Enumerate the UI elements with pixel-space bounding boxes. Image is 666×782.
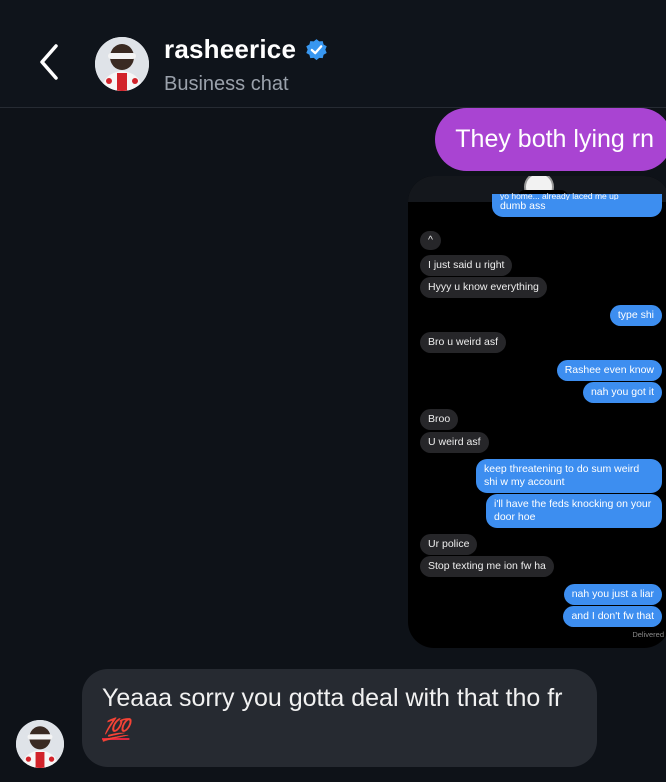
screenshot-message: nah you got it <box>582 382 662 403</box>
screenshot-message: i'll have the feds knocking on your door… <box>486 494 662 528</box>
screenshot-message: Rashee even know <box>556 360 662 381</box>
hundred-points-icon: 💯 <box>102 718 130 743</box>
screenshot-message-text: dumb ass <box>500 200 546 212</box>
screenshot-cut-text: yo home... already laced me up <box>500 192 619 200</box>
screenshot-message: type shi <box>609 305 662 326</box>
chat-header: rasheerice Business chat <box>0 0 666 108</box>
chevron-left-icon <box>40 44 58 80</box>
chat-title-block[interactable]: rasheerice Business chat <box>164 34 329 96</box>
avatar[interactable] <box>95 37 149 91</box>
screenshot-message: keep threatening to do sum weird shi w m… <box>476 459 662 493</box>
screenshot-message: yo home... already laced me up dumb ass <box>492 192 662 217</box>
screenshot-message: Bro u weird asf <box>420 332 507 353</box>
user-avatar-image <box>95 37 149 91</box>
received-message-text: Yeaaa sorry you gotta deal with that tho… <box>102 684 563 712</box>
verified-badge-icon <box>306 39 327 61</box>
screenshot-message: I just said u right <box>420 255 513 276</box>
sent-message-bubble[interactable]: They both lying rn <box>435 108 666 171</box>
screenshot-message: Stop texting me ion fw ha <box>420 556 554 577</box>
chat-subtitle: Business chat <box>164 73 289 95</box>
screenshot-message: Broo <box>420 409 459 430</box>
back-button[interactable] <box>28 38 72 86</box>
shared-screenshot-image[interactable]: yo home... already laced me up dumb ass … <box>408 176 666 648</box>
screenshot-message: and I don't fw that <box>563 606 662 627</box>
screenshot-message: U weird asf <box>420 432 489 453</box>
username: rasheerice <box>164 34 297 64</box>
sender-avatar[interactable] <box>16 720 64 768</box>
received-message-bubble[interactable]: Yeaaa sorry you gotta deal with that tho… <box>82 669 597 767</box>
screenshot-message: nah you just a liar <box>563 584 662 605</box>
screenshot-message: Ur police <box>420 534 478 555</box>
user-avatar-image <box>16 720 64 768</box>
screenshot-delivered-status: Delivered <box>632 630 664 639</box>
screenshot-message: Hyyy u know everything <box>420 277 547 298</box>
screenshot-message: ^ <box>420 231 441 250</box>
